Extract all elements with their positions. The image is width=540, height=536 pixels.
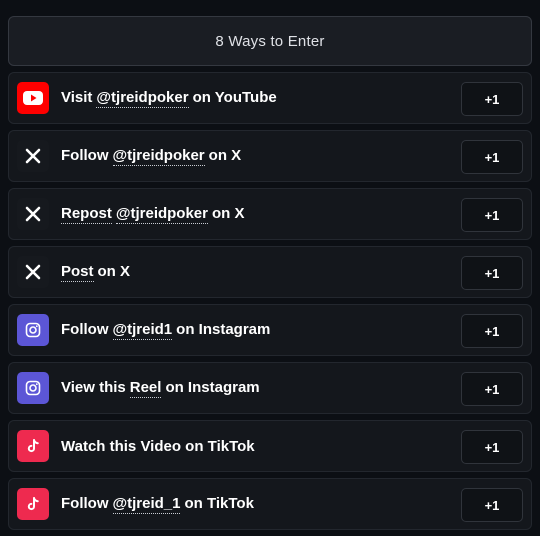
entry-methods-panel: 8 Ways to Enter Visit @tjreidpoker on Yo… [0,0,540,536]
entry-count-header: 8 Ways to Enter [8,16,532,66]
plus-one-button[interactable]: +1 [461,82,523,116]
entry-platform: on X [212,204,245,222]
instagram-icon [17,314,49,346]
plus-one-button[interactable]: +1 [461,314,523,348]
entry-label: Visit @tjreidpoker on YouTube [61,89,277,108]
plus-one-button[interactable]: +1 [461,372,523,406]
entry-platform: on X [208,146,242,164]
plus-one-button[interactable]: +1 [461,140,523,174]
x-icon [17,140,49,172]
entry-count-title: 8 Ways to Enter [215,32,325,50]
entry-label: Post on X [61,263,130,282]
plus-one-button[interactable]: +1 [461,198,523,232]
youtube-icon [17,82,49,114]
entry-action[interactable]: Repost [61,205,112,224]
entry-row-instagram-follow[interactable]: Follow @tjreid1 on Instagram +1 [8,304,532,356]
entry-link[interactable]: @tjreidpoker [96,89,189,108]
entry-row-x-repost[interactable]: Repost @tjreidpoker on X +1 [8,188,532,240]
entry-action: Watch this Video on TikTok [61,437,255,455]
entry-label: Repost @tjreidpoker on X [61,205,245,224]
instagram-icon [17,372,49,404]
plus-one-button[interactable]: +1 [461,256,523,290]
plus-one-button[interactable]: +1 [461,430,523,464]
entry-label: View this Reel on Instagram [61,379,260,398]
tiktok-icon [17,488,49,520]
entry-action: Visit [61,88,93,106]
entry-row-x-post[interactable]: Post on X +1 [8,246,532,298]
entry-link[interactable]: Post [61,263,94,282]
entry-link[interactable]: @tjreidpoker [112,147,205,166]
entry-link[interactable]: Reel [129,379,162,398]
entry-action: Follow [61,320,109,338]
entry-platform: on Instagram [176,320,271,338]
entry-action: View this [61,378,126,396]
entry-row-tiktok-watch[interactable]: Watch this Video on TikTok +1 [8,420,532,472]
entry-action: Follow [61,146,109,164]
entry-link[interactable]: @tjreid1 [112,321,173,340]
entry-label: Follow @tjreid1 on Instagram [61,321,270,340]
x-icon [17,256,49,288]
entry-platform: on X [97,262,131,280]
entry-platform: on TikTok [184,494,254,512]
entry-label: Follow @tjreid_1 on TikTok [61,495,254,514]
entry-label: Watch this Video on TikTok [61,438,255,455]
entry-label: Follow @tjreidpoker on X [61,147,241,166]
x-icon [17,198,49,230]
entry-row-youtube-visit[interactable]: Visit @tjreidpoker on YouTube +1 [8,72,532,124]
entry-row-instagram-reel[interactable]: View this Reel on Instagram +1 [8,362,532,414]
entry-platform: on Instagram [165,378,260,396]
entry-link[interactable]: @tjreid_1 [112,495,181,514]
plus-one-button[interactable]: +1 [461,488,523,522]
entry-platform: on YouTube [192,88,277,106]
entry-action: Follow [61,494,109,512]
entry-row-tiktok-follow[interactable]: Follow @tjreid_1 on TikTok +1 [8,478,532,530]
entry-row-x-follow[interactable]: Follow @tjreidpoker on X +1 [8,130,532,182]
entry-link[interactable]: @tjreidpoker [115,205,208,224]
tiktok-icon [17,430,49,462]
